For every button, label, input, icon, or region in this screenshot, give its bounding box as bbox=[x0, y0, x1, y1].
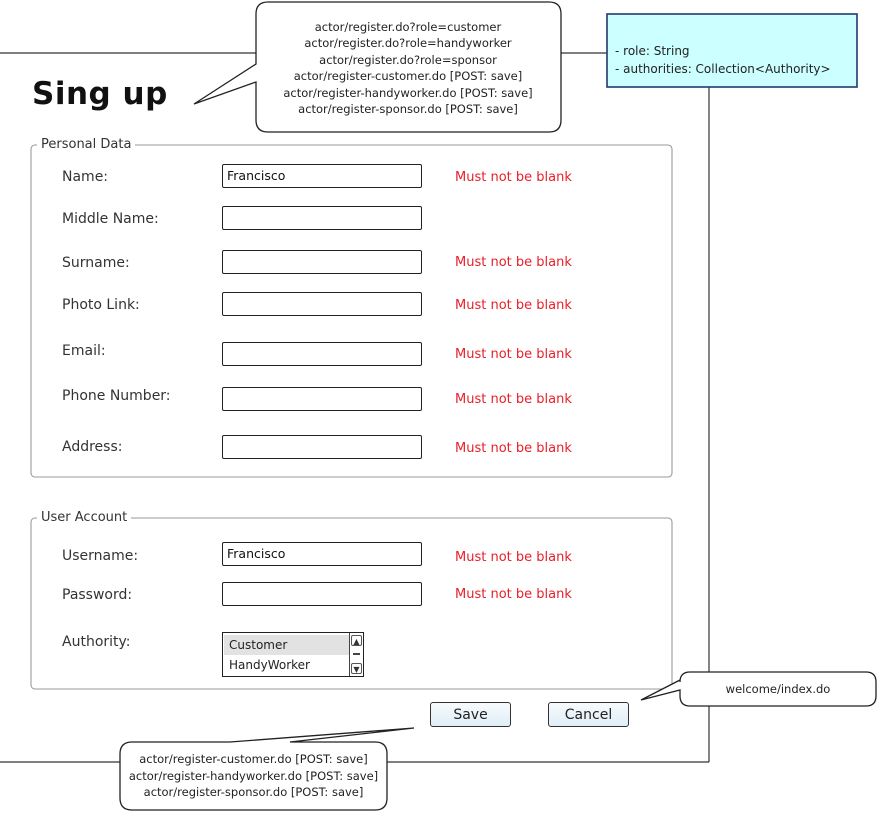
authority-label: Authority: bbox=[62, 634, 131, 650]
authority-option-customer[interactable]: Customer bbox=[224, 635, 350, 655]
password-error: Must not be blank bbox=[455, 587, 572, 602]
password-label: Password: bbox=[62, 587, 133, 603]
surname-error: Must not be blank bbox=[455, 255, 572, 270]
note-line-role: - role: String bbox=[615, 44, 690, 58]
callout-line: actor/register-customer.do [POST: save] bbox=[139, 752, 368, 767]
callout-line: actor/register-sponsor.do [POST: save] bbox=[143, 785, 364, 800]
scroll-thumb[interactable] bbox=[353, 653, 360, 655]
callout-line: actor/register-customer.do [POST: save] bbox=[293, 69, 523, 83]
photo-link-label: Photo Link: bbox=[62, 297, 140, 313]
model-note: - role: String - authorities: Collection… bbox=[615, 42, 855, 78]
surname-input[interactable] bbox=[222, 250, 422, 274]
photo-link-error: Must not be blank bbox=[455, 298, 572, 313]
authority-option-handyworker[interactable]: HandyWorker bbox=[224, 655, 350, 675]
phone-number-label: Phone Number: bbox=[62, 388, 171, 404]
username-input[interactable]: Francisco bbox=[222, 542, 422, 566]
callout-line: actor/register-handyworker.do [POST: sav… bbox=[283, 85, 533, 100]
password-input[interactable] bbox=[222, 582, 422, 606]
top-callout: actor/register.do?role=customer actor/re… bbox=[262, 10, 554, 126]
callout-line: actor/register.do?role=sponsor bbox=[319, 52, 497, 67]
middle-name-label: Middle Name: bbox=[62, 211, 159, 227]
address-error: Must not be blank bbox=[455, 441, 572, 456]
user-account-legend: User Account bbox=[37, 510, 132, 525]
name-error: Must not be blank bbox=[455, 170, 572, 185]
callout-line: actor/register.do?role=handyworker bbox=[304, 36, 512, 50]
address-label: Address: bbox=[62, 439, 123, 455]
callout-line: actor/register-sponsor.do [POST: save] bbox=[298, 102, 518, 116]
callout-line: actor/register.do?role=customer bbox=[314, 19, 502, 34]
email-label: Email: bbox=[62, 343, 106, 359]
username-label: Username: bbox=[62, 548, 139, 564]
authority-listbox[interactable]: Customer HandyWorker ▲ ▼ bbox=[222, 632, 364, 677]
scroll-down-icon[interactable]: ▼ bbox=[351, 663, 362, 674]
phone-number-error: Must not be blank bbox=[455, 392, 572, 407]
callout-line: welcome/index.do bbox=[725, 681, 831, 696]
photo-link-input[interactable] bbox=[222, 292, 422, 316]
name-label: Name: bbox=[62, 169, 109, 185]
username-error: Must not be blank bbox=[455, 550, 572, 565]
scroll-up-icon[interactable]: ▲ bbox=[351, 635, 362, 646]
name-input[interactable]: Francisco bbox=[222, 164, 422, 188]
cancel-button[interactable]: Cancel bbox=[548, 702, 629, 727]
authority-scrollbar[interactable]: ▲ ▼ bbox=[349, 633, 363, 676]
save-callout: actor/register-customer.do [POST: save] … bbox=[122, 744, 385, 808]
cancel-callout: welcome/index.do bbox=[682, 674, 874, 704]
email-error: Must not be blank bbox=[455, 347, 572, 362]
middle-name-input[interactable] bbox=[222, 206, 422, 230]
email-input[interactable] bbox=[222, 342, 422, 366]
note-line-authorities: - authorities: Collection<Authority> bbox=[615, 62, 831, 76]
surname-label: Surname: bbox=[62, 255, 130, 271]
address-input[interactable] bbox=[222, 435, 422, 459]
personal-data-legend: Personal Data bbox=[37, 137, 136, 152]
phone-number-input[interactable] bbox=[222, 387, 422, 411]
page-title: Sing up bbox=[32, 76, 168, 112]
save-button[interactable]: Save bbox=[430, 702, 511, 727]
callout-line: actor/register-handyworker.do [POST: sav… bbox=[128, 768, 379, 783]
